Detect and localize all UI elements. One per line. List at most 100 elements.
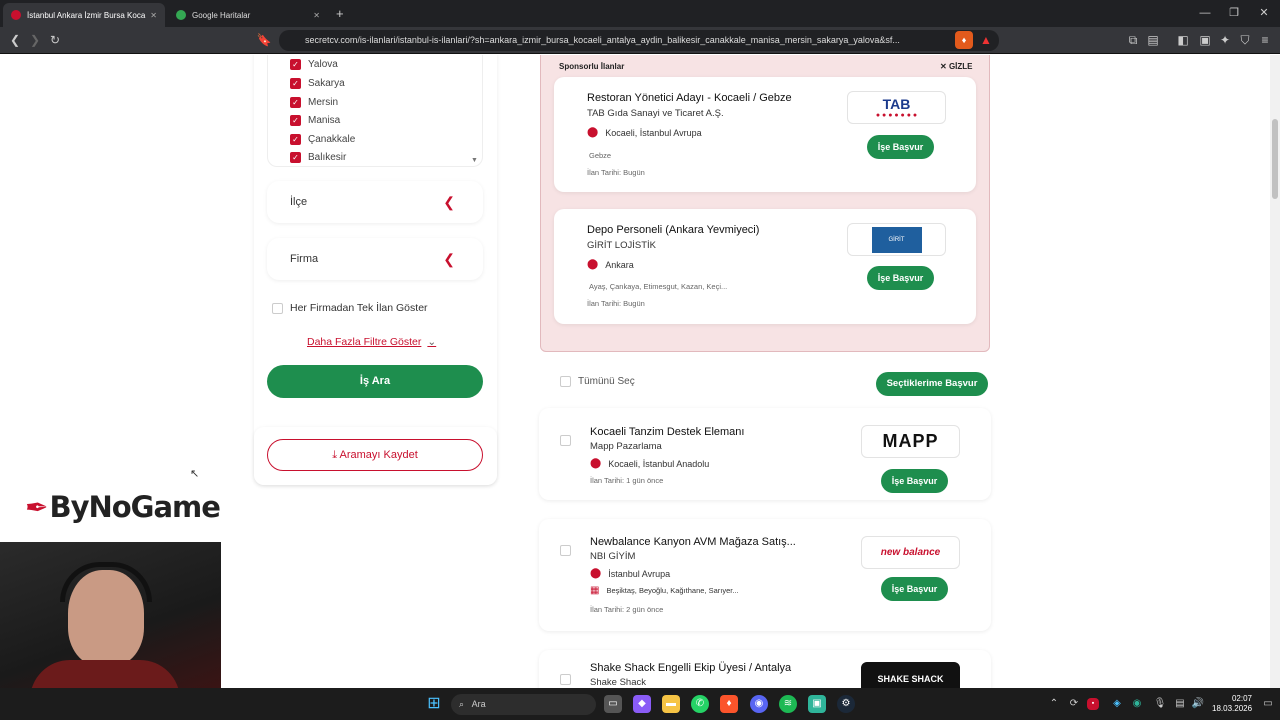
- checkbox-icon[interactable]: [560, 376, 571, 387]
- job-title[interactable]: Restoran Yönetici Adayı - Kocaeli / Gebz…: [587, 92, 792, 104]
- restore-icon[interactable]: ❐: [1222, 5, 1246, 21]
- checkbox-checked-icon[interactable]: ✓: [290, 152, 301, 163]
- district-dropdown[interactable]: İlçe ❮: [267, 181, 483, 223]
- rewards-icon[interactable]: ▲: [977, 31, 995, 49]
- checkbox-checked-icon[interactable]: ✓: [290, 97, 301, 108]
- browser-tab-bar: İstanbul Ankara İzmir Bursa Koca... ✕ Go…: [0, 0, 1280, 27]
- job-title[interactable]: Shake Shack Engelli Ekip Üyesi / Antalya: [590, 662, 791, 674]
- city-checkbox[interactable]: ✓ Yalova: [290, 59, 338, 70]
- apply-selected-button[interactable]: Seçtiklerime Başvur: [876, 372, 988, 396]
- checkbox-checked-icon[interactable]: ✓: [290, 115, 301, 126]
- hide-button[interactable]: ✕ GİZLE: [940, 62, 973, 71]
- search-jobs-button[interactable]: İş Ara: [267, 365, 483, 398]
- minimize-icon[interactable]: —: [1193, 5, 1217, 21]
- file-explorer-icon[interactable]: ▬: [662, 695, 680, 713]
- spotify-icon[interactable]: ≋: [779, 695, 797, 713]
- company-name[interactable]: Shake Shack: [590, 677, 646, 688]
- leo-ai-icon[interactable]: ✦: [1216, 31, 1234, 49]
- job-card[interactable]: Shake Shack Engelli Ekip Üyesi / Antalya…: [539, 650, 991, 688]
- checkbox-checked-icon[interactable]: ✓: [290, 134, 301, 145]
- volume-icon[interactable]: 🔊: [1189, 695, 1207, 713]
- company-name[interactable]: Mapp Pazarlama: [590, 441, 662, 452]
- whatsapp-icon[interactable]: ✆: [691, 695, 709, 713]
- apply-button[interactable]: İşe Başvur: [867, 135, 934, 159]
- apply-button[interactable]: İşe Başvur: [867, 266, 934, 290]
- close-icon[interactable]: ✕: [313, 11, 320, 20]
- job-title[interactable]: Newbalance Kanyon AVM Mağaza Satış...: [590, 536, 796, 548]
- close-window-icon[interactable]: ✕: [1252, 5, 1276, 21]
- company-dropdown[interactable]: Firma ❮: [267, 238, 483, 280]
- page-scrollbar[interactable]: [1270, 55, 1280, 688]
- extensions-icon[interactable]: ⧉: [1124, 31, 1142, 49]
- discord-icon[interactable]: ◉: [750, 695, 768, 713]
- job-card[interactable]: Kocaeli Tanzim Destek Elemanı Mapp Pazar…: [539, 408, 991, 500]
- back-icon[interactable]: ❮: [6, 31, 24, 49]
- new-tab-button[interactable]: +: [336, 6, 344, 21]
- company-name[interactable]: NBI GİYİM: [590, 551, 635, 562]
- job-checkbox[interactable]: [560, 545, 571, 556]
- brave-shield-icon[interactable]: ♦: [955, 31, 973, 49]
- tab-active[interactable]: İstanbul Ankara İzmir Bursa Koca... ✕: [3, 3, 165, 27]
- city-checkbox[interactable]: ✓ Çanakkale: [290, 134, 355, 145]
- job-card[interactable]: Depo Personeli (Ankara Yevmiyeci) GİRİT …: [554, 209, 976, 324]
- wallet-icon[interactable]: ▣: [1196, 31, 1214, 49]
- sidebar-icon[interactable]: ◧: [1174, 31, 1192, 49]
- menu-icon[interactable]: ≡: [1256, 31, 1274, 49]
- forward-icon[interactable]: ❯: [26, 31, 44, 49]
- network-icon[interactable]: ▤: [1171, 695, 1189, 713]
- job-title[interactable]: Depo Personeli (Ankara Yevmiyeci): [587, 224, 759, 236]
- close-icon[interactable]: ✕: [150, 11, 157, 20]
- job-card[interactable]: Newbalance Kanyon AVM Mağaza Satış... NB…: [539, 519, 991, 631]
- chevron-up-icon[interactable]: ⌃: [1045, 695, 1063, 713]
- url-text: secretcv.com/is-ilanlari/istanbul-is-ila…: [305, 35, 900, 45]
- city-checkbox[interactable]: ✓ Sakarya: [290, 78, 345, 89]
- vpn-icon[interactable]: ⛉: [1236, 31, 1254, 49]
- job-checkbox[interactable]: [560, 435, 571, 446]
- apply-button[interactable]: İşe Başvur: [881, 469, 948, 493]
- one-per-company-checkbox[interactable]: Her Firmadan Tek İlan Göster: [272, 302, 428, 314]
- sync-icon[interactable]: ⟳: [1065, 695, 1083, 713]
- job-card[interactable]: Restoran Yönetici Adayı - Kocaeli / Gebz…: [554, 77, 976, 192]
- task-view-icon[interactable]: ▭: [604, 695, 622, 713]
- tray-app-icon[interactable]: ◈: [1108, 695, 1126, 713]
- company-name[interactable]: GİRİT LOJİSTİK: [587, 240, 656, 251]
- checkbox-icon[interactable]: [272, 302, 283, 314]
- apply-button[interactable]: İşe Başvur: [881, 577, 948, 601]
- taskbar-search[interactable]: ⌕ Ara: [451, 694, 596, 715]
- job-location: ⬤ Kocaeli, İstanbul Anadolu: [590, 458, 710, 469]
- city-checkbox[interactable]: ✓ Mersin: [290, 97, 338, 108]
- notification-icon[interactable]: ▭: [1259, 695, 1277, 713]
- save-search-button[interactable]: ⤓ Aramayı Kaydet: [267, 439, 483, 471]
- checkbox-checked-icon[interactable]: ✓: [290, 59, 301, 70]
- tray-app-icon[interactable]: ◉: [1128, 695, 1146, 713]
- mouse-cursor-icon: ↖: [190, 468, 200, 480]
- city-checkbox[interactable]: ✓ Balıkesir: [290, 152, 346, 163]
- taskbar: ⊞ ⌕ Ara ▭ ◆ ▬ ✆ ♦ ◉ ≋ ▣ ⚙ ⌃ ⟳ ▪ ◈ ◉ 🎙 ▤ …: [0, 688, 1280, 720]
- bookmark-icon[interactable]: 🔖: [255, 31, 273, 49]
- location-pin-icon: ⬤: [587, 127, 599, 138]
- scroll-down-icon[interactable]: ▼: [471, 157, 478, 164]
- copilot-icon[interactable]: ◆: [633, 695, 651, 713]
- brave-icon[interactable]: ♦: [720, 695, 738, 713]
- clock[interactable]: 02:07 18.03.2026: [1212, 694, 1252, 714]
- app-icon[interactable]: ▣: [808, 695, 826, 713]
- scrollbar-thumb[interactable]: [1272, 119, 1278, 199]
- tab-search-icon[interactable]: ▤: [1144, 31, 1162, 49]
- sponsored-heading: Sponsorlu İlanlar: [559, 62, 625, 71]
- address-bar[interactable]: secretcv.com/is-ilanlari/istanbul-is-ila…: [279, 30, 999, 51]
- steam-icon[interactable]: ⚙: [837, 695, 855, 713]
- tab-google-maps[interactable]: Google Haritalar ✕: [168, 3, 328, 27]
- city-checkbox[interactable]: ✓ Manisa: [290, 115, 340, 126]
- windows-start-icon[interactable]: ⊞: [425, 695, 443, 713]
- microphone-icon[interactable]: 🎙: [1151, 695, 1169, 713]
- select-all-checkbox[interactable]: Tümünü Seç: [560, 376, 635, 387]
- tray-app-icon[interactable]: ▪: [1087, 698, 1099, 710]
- job-title[interactable]: Kocaeli Tanzim Destek Elemanı: [590, 426, 744, 438]
- company-name[interactable]: TAB Gıda Sanayi ve Ticaret A.Ş.: [587, 108, 724, 119]
- job-checkbox[interactable]: [560, 674, 571, 685]
- reload-icon[interactable]: ↻: [46, 31, 64, 49]
- checkbox-checked-icon[interactable]: ✓: [290, 78, 301, 89]
- more-filters-link[interactable]: Daha Fazla Filtre Göster ⌄: [307, 336, 436, 348]
- job-date: İlan Tarihi: Bugün: [587, 299, 645, 308]
- maps-favicon-icon: [176, 10, 186, 20]
